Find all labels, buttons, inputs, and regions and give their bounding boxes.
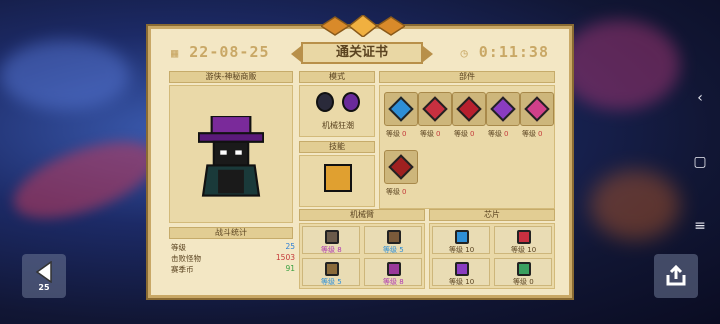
chip-icon: [455, 262, 469, 276]
mode-header: 模式: [299, 71, 375, 83]
mecha-arm-slot[interactable]: 等级 5: [302, 258, 360, 286]
part-level: 等级 0: [454, 130, 475, 138]
chip-icon: [517, 262, 531, 276]
part-level: 等级 0: [386, 188, 407, 196]
clock-icon: ◷: [460, 46, 469, 60]
stat-row: 击败怪物 1503: [171, 253, 295, 263]
mode-icon-right: [342, 92, 360, 112]
part-level: 等级 0: [386, 130, 407, 138]
chip-level: 等级 10: [511, 246, 537, 254]
chip-slot[interactable]: 等级 0: [494, 258, 552, 286]
parts-panel: 等级 0 等级 0 等级 0 等级 0 等级 0 等级 0: [379, 85, 555, 209]
mecha-arm-panel: 等级 8 等级 5 等级 5 等级 8: [299, 223, 425, 289]
back-arrow-icon: [35, 260, 52, 283]
skill-icon: [324, 164, 352, 192]
chip-icon: [455, 230, 469, 244]
mode-label: 机械狂潮: [322, 121, 354, 130]
battle-stats-header: 战斗统计: [169, 227, 293, 239]
mecha-arm-level: 等级 8: [321, 246, 342, 254]
stat-row: 赛季币 91: [171, 264, 295, 274]
mecha-arm-level: 等级 8: [383, 278, 404, 286]
mecha-arm-slot[interactable]: 等级 8: [364, 258, 422, 286]
weapon-icon: [387, 230, 401, 244]
chip-slot[interactable]: 等级 10: [432, 258, 490, 286]
mecha-arm-header: 机械臂: [299, 209, 425, 221]
mecha-arm-slot[interactable]: 等级 5: [364, 226, 422, 254]
part-icon: [524, 96, 550, 122]
chip-level: 等级 10: [449, 246, 475, 254]
skill-panel: [299, 155, 375, 207]
background-glow: [0, 40, 130, 110]
clear-certificate: ▦ 22-08-25 通关证书 ◷ 0:11:38 游侠-神秘商贩 战斗统计 等…: [148, 15, 572, 298]
calendar-icon: ▦: [171, 46, 180, 60]
part-slot[interactable]: [452, 92, 486, 126]
home-icon[interactable]: ▢: [693, 154, 706, 170]
part-icon: [490, 96, 516, 122]
stat-row: 等级 25: [171, 242, 295, 252]
chips-header: 芯片: [429, 209, 555, 221]
clear-time: ◷ 0:11:38: [460, 43, 549, 61]
part-slot[interactable]: [384, 150, 418, 184]
mode-panel: 机械狂潮: [299, 85, 375, 137]
chips-panel: 等级 10 等级 10 等级 10 等级 0: [429, 223, 555, 289]
share-icon: [666, 264, 686, 286]
part-level: 等级 0: [522, 130, 543, 138]
character-panel: [169, 85, 293, 223]
part-slot[interactable]: [520, 92, 554, 126]
character-name: 游侠-神秘商贩: [169, 71, 293, 83]
part-slot[interactable]: [418, 92, 452, 126]
date: ▦ 22-08-25: [171, 43, 270, 61]
chip-level: 等级 10: [449, 278, 475, 286]
recent-icon[interactable]: ‹: [697, 90, 703, 106]
part-icon: [388, 154, 414, 180]
parts-header: 部件: [379, 71, 555, 83]
chip-level: 等级 0: [513, 278, 534, 286]
character-sprite: [198, 116, 264, 197]
background-glow: [560, 20, 680, 110]
part-icon: [422, 96, 448, 122]
weapon-icon: [325, 230, 339, 244]
part-slot[interactable]: [384, 92, 418, 126]
chip-slot[interactable]: 等级 10: [494, 226, 552, 254]
share-button[interactable]: [654, 254, 698, 298]
mecha-arm-level: 等级 5: [383, 246, 404, 254]
mecha-arm-slot[interactable]: 等级 8: [302, 226, 360, 254]
part-level: 等级 0: [488, 130, 509, 138]
weapon-icon: [325, 262, 339, 276]
part-level: 等级 0: [420, 130, 441, 138]
background-glow: [4, 126, 166, 234]
skill-header: 技能: [299, 141, 375, 153]
crest-ornament: [321, 15, 405, 37]
back-count: 25: [38, 282, 50, 292]
certificate-title: 通关证书: [291, 42, 433, 64]
part-slot[interactable]: [486, 92, 520, 126]
mecha-arm-level: 等级 5: [321, 278, 342, 286]
background-glow: [590, 170, 680, 240]
part-icon: [456, 96, 482, 122]
menu-icon[interactable]: ≡: [694, 218, 706, 234]
part-icon: [388, 96, 414, 122]
back-button[interactable]: 25: [22, 254, 66, 298]
chip-icon: [517, 230, 531, 244]
mode-icon-left: [316, 92, 334, 112]
weapon-icon: [387, 262, 401, 276]
chip-slot[interactable]: 等级 10: [432, 226, 490, 254]
